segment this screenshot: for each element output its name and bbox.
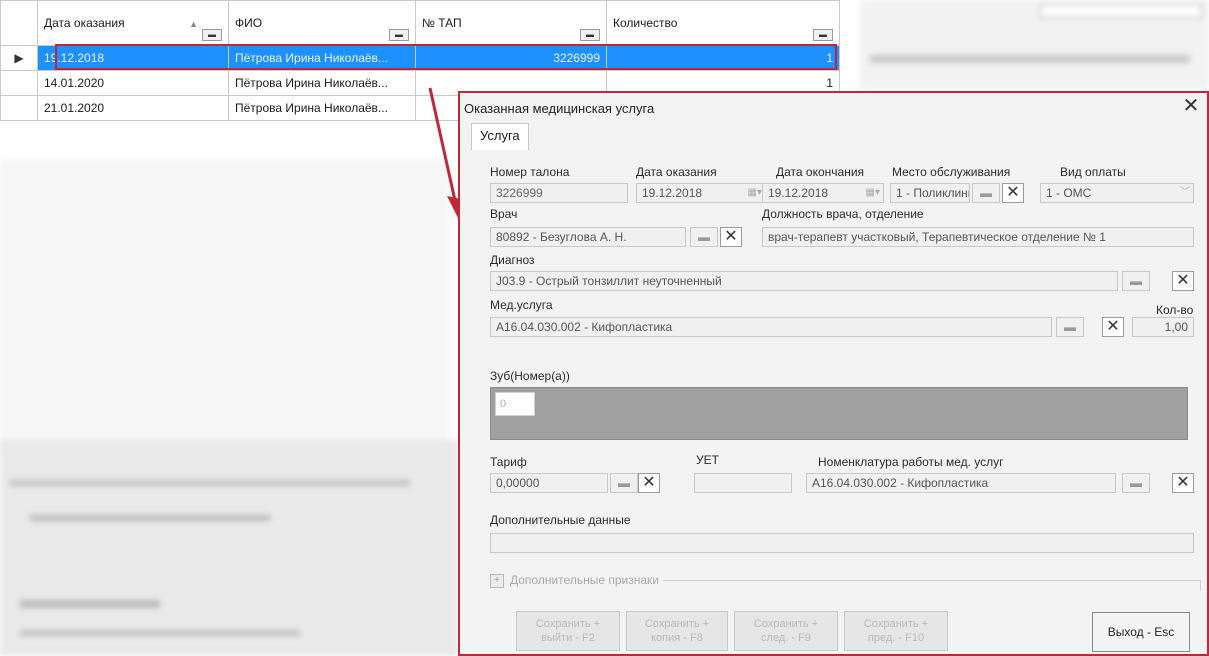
button-label: выйти - F2 <box>541 632 595 644</box>
chevron-down-icon[interactable]: ﹀ <box>1180 184 1190 202</box>
place-field[interactable]: 1 - Поликлини <box>890 183 970 203</box>
lookup-icon[interactable]: ▬ <box>690 227 718 247</box>
button-label: след. - F9 <box>761 632 811 644</box>
button-label: Сохранить + <box>535 618 601 630</box>
count-field[interactable]: 1,00 <box>1132 317 1194 337</box>
blurred-background-panel <box>860 0 1209 90</box>
position-label: Должность врача, отделение <box>762 207 924 221</box>
calendar-dropdown-icon[interactable]: ▦▾ <box>748 184 762 202</box>
uet-label: УЕТ <box>696 453 719 467</box>
diagnosis-field[interactable]: J03.9 - Острый тонзиллит неуточненный <box>490 271 1118 291</box>
service-field[interactable]: A16.04.030.002 - Кифопластика <box>490 317 1052 337</box>
button-label: Сохранить + <box>644 618 710 630</box>
expand-plus-icon[interactable]: + <box>490 574 504 588</box>
button-label: Сохранить + <box>863 618 929 630</box>
uet-field <box>694 473 792 493</box>
button-label: копия - F8 <box>651 632 703 644</box>
doctor-field[interactable]: 80892 - Безуглова А. Н. <box>490 227 686 247</box>
close-icon[interactable]: ✕ <box>1179 95 1203 119</box>
column-header-qty[interactable]: Количество ▬ <box>606 0 840 46</box>
date-field[interactable]: 19.12.2018 ▦▾ <box>636 183 766 203</box>
service-label: Мед.услуга <box>490 298 553 312</box>
save-prev-button[interactable]: Сохранить + пред. - F10 <box>844 611 948 651</box>
dialog-title: Оказанная медицинская услуга <box>464 101 655 116</box>
blurred-background-panel <box>0 440 458 656</box>
position-field: врач-терапевт участковый, Терапевтическо… <box>762 227 1194 247</box>
tab-service[interactable]: Услуга <box>471 123 529 150</box>
tariff-field[interactable]: 0,00000 <box>490 473 608 493</box>
extra-data-label: Дополнительные данные <box>490 513 631 527</box>
payment-value: 1 - ОМС <box>1046 186 1092 200</box>
save-exit-button[interactable]: Сохранить + выйти - F2 <box>516 611 620 651</box>
end-date-value: 19.12.2018 <box>768 186 829 200</box>
count-label: Кол-во <box>1156 303 1194 317</box>
ticket-label: Номер талона <box>490 165 570 179</box>
tariff-label: Тариф <box>490 455 527 469</box>
clear-icon[interactable]: ✕ <box>638 473 660 493</box>
button-label: Сохранить + <box>753 618 819 630</box>
calendar-dropdown-icon[interactable]: ▦▾ <box>866 184 880 202</box>
date-label: Дата оказания <box>636 165 717 179</box>
filter-icon[interactable]: ▬ <box>580 29 600 41</box>
clear-icon[interactable]: ✕ <box>720 227 742 247</box>
end-date-label: Дата окончания <box>776 165 865 179</box>
exit-button[interactable]: Выход - Esc <box>1092 612 1190 652</box>
lookup-icon[interactable]: ▬ <box>610 473 638 493</box>
doctor-label: Врач <box>490 207 518 221</box>
column-label: Количество <box>613 16 678 30</box>
button-label: пред. - F10 <box>867 632 925 644</box>
lookup-icon[interactable]: ▬ <box>1122 473 1150 493</box>
teeth-panel: 0 <box>490 387 1188 440</box>
end-date-field[interactable]: 19.12.2018 ▦▾ <box>762 183 884 203</box>
teeth-label: Зуб(Номер(а)) <box>490 369 570 383</box>
clear-icon[interactable]: ✕ <box>1172 473 1194 493</box>
ticket-field[interactable]: 3226999 <box>490 183 628 203</box>
diagnosis-label: Диагноз <box>490 253 535 267</box>
save-next-button[interactable]: Сохранить + след. - F9 <box>734 611 838 651</box>
date-value: 19.12.2018 <box>642 186 703 200</box>
tooth-field[interactable]: 0 <box>495 392 535 416</box>
place-label: Место обслуживания <box>892 165 1011 179</box>
lookup-icon[interactable]: ▬ <box>1056 317 1084 337</box>
clear-icon[interactable]: ✕ <box>1102 317 1124 337</box>
nomenclature-field[interactable]: A16.04.030.002 - Кифопластика <box>806 473 1116 493</box>
extra-data-field[interactable] <box>490 533 1194 553</box>
lookup-icon[interactable]: ▬ <box>972 183 1000 203</box>
filter-icon[interactable]: ▬ <box>813 29 833 41</box>
clear-icon[interactable]: ✕ <box>1002 183 1024 203</box>
cell-qty[interactable]: 1 <box>606 45 840 71</box>
payment-label: Вид оплаты <box>1060 165 1126 179</box>
lookup-icon[interactable]: ▬ <box>1122 271 1150 291</box>
medical-service-dialog: Оказанная медицинская услуга ✕ Услуга Но… <box>458 91 1209 656</box>
save-copy-button[interactable]: Сохранить + копия - F8 <box>626 611 728 651</box>
nomenclature-label: Номенклатура работы мед. услуг <box>818 455 1004 469</box>
payment-select[interactable]: 1 - ОМС ﹀ <box>1040 183 1194 203</box>
pointer-arrow-icon <box>428 87 466 222</box>
clear-icon[interactable]: ✕ <box>1172 271 1194 291</box>
extra-signs-label: Дополнительные признаки <box>510 573 663 587</box>
